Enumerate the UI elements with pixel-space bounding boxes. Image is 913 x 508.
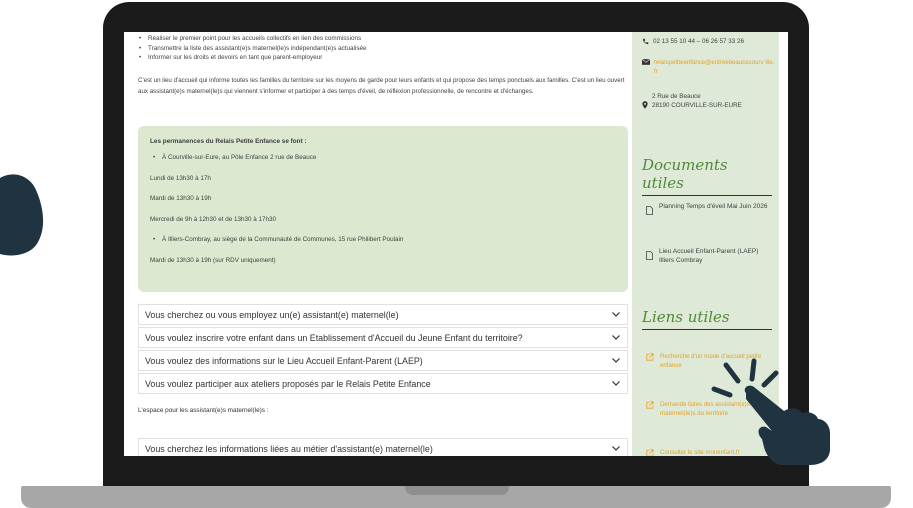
list-item: Informer sur les droits et devoirs en ta… (138, 53, 628, 63)
external-link-icon (646, 449, 654, 456)
address-line: 2 Rue de Beauce (652, 93, 701, 100)
intro-paragraph: C'est un lieu d'accueil qui informe tout… (138, 77, 625, 95)
accordion-assistant-maternel[interactable]: Vous cherchez ou vous employez un(e) ass… (138, 304, 628, 325)
location-pin-icon (642, 101, 648, 109)
document-title: Lieu Accueil Enfant-Parent (LAEP) Illier… (659, 248, 759, 264)
accordion-metier[interactable]: Vous cherchez les informations liées au … (138, 438, 628, 456)
chevron-down-icon (611, 379, 621, 389)
contact-phone: 02 13 55 10 44 – 06 26 57 33 26 (642, 38, 744, 47)
mail-icon (642, 59, 650, 65)
external-link-icon (646, 401, 654, 409)
permanence-hours: Lundi de 13h30 à 17h (150, 174, 211, 182)
accordion-ateliers[interactable]: Vous voulez participer aux ateliers prop… (138, 373, 628, 394)
document-icon (646, 251, 653, 260)
laptop-notch (405, 486, 509, 495)
waving-hand-icon (0, 174, 44, 256)
chevron-down-icon (611, 444, 621, 454)
accordion-label: Vous voulez inscrire votre enfant dans u… (145, 332, 523, 343)
list-item: Transmettre la liste des assistant(e)s m… (138, 44, 628, 54)
permanence-location: À Courville-sur-Eure, au Pôle Enfance 2 … (150, 153, 616, 174)
pointing-hand-icon (711, 358, 830, 465)
chevron-down-icon (611, 310, 621, 320)
accordion-label: Vous cherchez ou vous employez un(e) ass… (145, 309, 399, 320)
accordion-laep[interactable]: Vous voulez des informations sur le Lieu… (138, 350, 628, 371)
permanence-location: À Illiers-Combray, au siège de la Commun… (150, 235, 616, 256)
document-icon (646, 206, 653, 215)
links-heading: Liens utiles (642, 308, 772, 330)
permanence-hours: Mercredi de 9h à 12h30 et de 13h30 à 17h… (150, 215, 277, 223)
document-title: Planning Temps d'éveil Mai Juin 2026 (659, 203, 768, 210)
address-line: 28190 COURVILLE-SUR-EURE (652, 101, 742, 109)
document-link[interactable]: Planning Temps d'éveil Mai Juin 2026 (646, 202, 774, 215)
address: 2 Rue de Beauce 28190 COURVILLE-SUR-EURE (652, 93, 742, 110)
list-item: Réaliser le premier point pour les accue… (138, 34, 628, 44)
chevron-down-icon (611, 356, 621, 366)
section-label: L'espace pour les assistant(e)s maternel… (138, 407, 269, 414)
permanence-hours: Mardi de 13h30 à 19h (150, 195, 212, 202)
accordion-eaje[interactable]: Vous voulez inscrire votre enfant dans u… (138, 327, 628, 348)
accordion-label: Vous cherchez les informations liées au … (145, 443, 433, 454)
contact-email[interactable]: relaispetiteenfance@entreebeaucecourv il… (642, 59, 776, 76)
permanences-title: Les permanences du Relais Petite Enfance… (150, 138, 307, 145)
browser-viewport: Réaliser le premier point pour les accue… (124, 32, 788, 456)
main-content: Réaliser le premier point pour les accue… (124, 32, 630, 456)
chevron-down-icon (611, 333, 621, 343)
accordion-label: Vous voulez participer aux ateliers prop… (145, 378, 431, 389)
phone-icon (642, 38, 649, 45)
contact-address: 2 Rue de Beauce 28190 COURVILLE-SUR-EURE (642, 93, 742, 110)
email-link[interactable]: relaispetiteenfance@entreebeaucecourv il… (654, 59, 776, 76)
phone-number: 02 13 55 10 44 – 06 26 57 33 26 (653, 38, 745, 45)
external-link-icon (646, 353, 654, 361)
permanence-hours: Mardi de 13h30 à 19h (sur RDV uniquement… (150, 256, 276, 264)
document-link[interactable]: Lieu Accueil Enfant-Parent (LAEP) Illier… (646, 247, 774, 265)
services-list: Réaliser le premier point pour les accue… (138, 34, 628, 63)
accordion-label: Vous voulez des informations sur le Lieu… (145, 355, 423, 366)
documents-heading: Documents utiles (642, 156, 772, 196)
permanences-box: Les permanences du Relais Petite Enfance… (138, 126, 628, 292)
